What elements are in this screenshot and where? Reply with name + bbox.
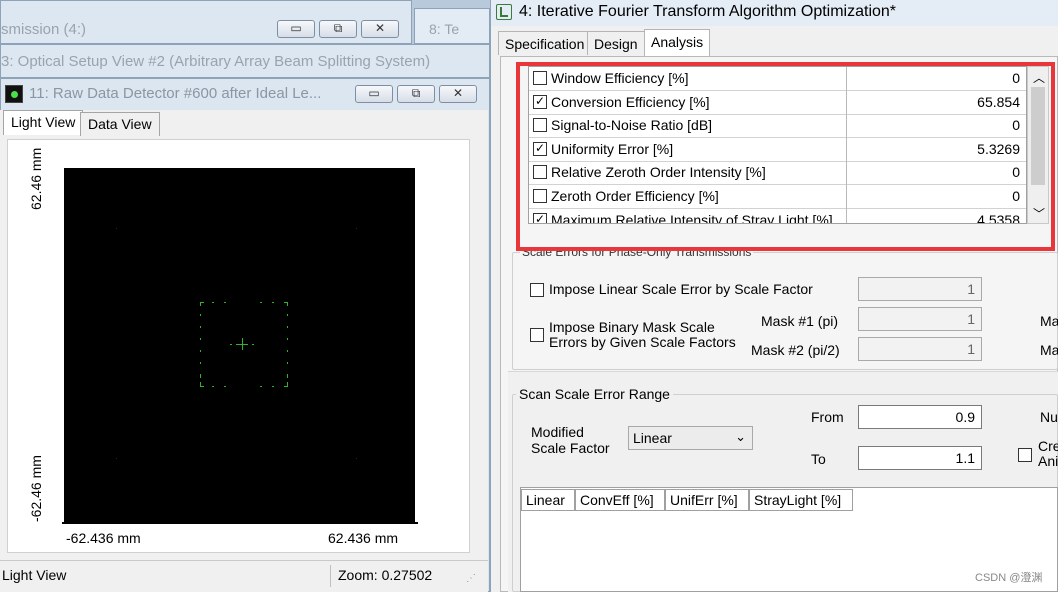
x-axis	[62, 522, 418, 524]
scan-range-title: Scan Scale Error Range	[516, 386, 673, 402]
ifta-document-icon	[496, 4, 512, 20]
background-tab-window[interactable]: 8: Te	[414, 8, 490, 44]
status-light-view: Light View	[2, 567, 67, 583]
viewer-status-bar: Light View Zoom: 0.27502 ⋰	[0, 560, 488, 592]
tab-analysis[interactable]: Analysis	[644, 29, 711, 57]
modified-label-line1: Modified	[531, 424, 584, 440]
to-label: To	[811, 451, 826, 467]
impose-linear-value[interactable]: 1	[858, 277, 982, 301]
background-window-transmission: smission (4:) ▭ ⧉ ✕	[0, 0, 412, 44]
create-animation-checkbox[interactable]	[1018, 448, 1032, 462]
restore-button[interactable]: ⧉	[397, 85, 435, 103]
cut-label-cre: Cre	[1038, 438, 1058, 454]
results-col-uniferr[interactable]: UnifErr [%]	[665, 489, 749, 511]
modified-label-line2: Scale Factor	[531, 440, 610, 456]
light-view-plot-area[interactable]: 62.46 mm -62.46 mm -62.436 mm 62.436 mm	[7, 139, 470, 553]
scale-factor-dropdown[interactable]: Linear ⌄	[628, 426, 753, 450]
tab-specification[interactable]: Specification	[498, 31, 592, 55]
results-col-conveff[interactable]: ConvEff [%]	[575, 489, 665, 511]
to-input[interactable]: 1.1	[858, 446, 982, 470]
cut-label-ma2: Ma	[1040, 342, 1058, 358]
highlight-box	[516, 62, 1055, 251]
watermark: CSDN @澄渊	[975, 572, 1043, 584]
background-tab-title: 8: Te	[429, 21, 460, 37]
tab-data-view[interactable]: Data View	[80, 112, 160, 136]
from-label: From	[811, 409, 844, 425]
minimize-button[interactable]: ▭	[355, 85, 393, 103]
optical-setup-window: 3: Optical Setup View #2 (Arbitrary Arra…	[0, 44, 490, 78]
resize-grip-icon[interactable]: ⋰	[466, 573, 476, 584]
restore-button[interactable]: ⧉	[319, 20, 357, 38]
background-window-title: smission (4:)	[1, 21, 87, 38]
impose-binary-checkbox[interactable]	[530, 328, 544, 342]
mask2-value[interactable]: 1	[858, 337, 982, 361]
close-button[interactable]: ✕	[439, 85, 477, 103]
detector-image	[64, 168, 415, 524]
tab-design[interactable]: Design	[587, 31, 645, 55]
document-title: 4: Iterative Fourier Transform Algorithm…	[519, 3, 897, 20]
impose-linear-label: Impose Linear Scale Error by Scale Facto…	[549, 281, 813, 297]
chevron-down-icon: ⌄	[735, 429, 746, 444]
detector-icon	[5, 85, 23, 103]
x-axis-right-label: 62.436 mm	[328, 530, 399, 546]
mask1-value[interactable]: 1	[858, 307, 982, 331]
cut-label-ma1: Ma	[1040, 313, 1058, 329]
cut-label-ani: Ani	[1038, 453, 1058, 469]
detector-spots	[116, 228, 357, 459]
impose-binary-label-line1: Impose Binary Mask Scale	[549, 319, 715, 335]
results-col-straylight[interactable]: StrayLight [%]	[749, 489, 853, 511]
close-button[interactable]: ✕	[361, 20, 399, 38]
mask1-label: Mask #1 (pi)	[761, 313, 839, 329]
dropdown-value: Linear	[633, 430, 672, 446]
from-input[interactable]: 0.9	[858, 405, 982, 429]
results-col-linear[interactable]: Linear	[521, 489, 575, 511]
document-title-bar: 4: Iterative Fourier Transform Algorithm…	[491, 0, 1058, 26]
impose-binary-label-line2: Errors by Given Scale Factors	[549, 334, 736, 350]
y-axis-top-label: 62.46 mm	[28, 147, 44, 210]
status-divider	[330, 565, 331, 587]
y-axis-bottom-label: -62.46 mm	[28, 455, 44, 522]
tab-light-view[interactable]: Light View	[3, 110, 84, 135]
optical-setup-title: 3: Optical Setup View #2 (Arbitrary Arra…	[1, 53, 431, 70]
detector-window-title: 11: Raw Data Detector #600 after Ideal L…	[29, 85, 322, 102]
x-axis-left-label: -62.436 mm	[66, 530, 141, 546]
cut-label-nu: Nu	[1040, 409, 1058, 425]
mask2-label: Mask #2 (pi/2)	[751, 342, 840, 358]
impose-linear-checkbox[interactable]	[530, 283, 544, 297]
status-zoom: Zoom: 0.27502	[338, 567, 433, 583]
minimize-button[interactable]: ▭	[277, 20, 315, 38]
